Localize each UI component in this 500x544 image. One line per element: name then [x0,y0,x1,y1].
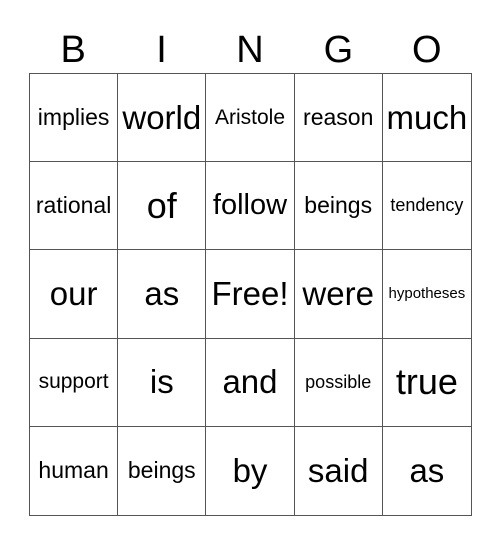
bingo-cell[interactable]: support [30,338,119,427]
bingo-cell[interactable]: by [206,426,295,515]
header-letter-o: O [411,29,442,71]
bingo-cell[interactable]: Aristole [206,74,295,163]
bingo-grid: implies world Aristole reason much ratio… [29,73,472,516]
header-letter-n: N [236,29,264,71]
bingo-cell[interactable]: of [118,162,207,251]
bingo-cell[interactable]: follow [206,162,295,251]
bingo-cell[interactable]: as [383,427,471,515]
free-space-cell[interactable]: Free! [206,250,295,339]
header-letter-g: G [323,29,354,71]
bingo-cell[interactable]: beings [118,426,207,515]
header-letter-i: I [156,29,167,71]
bingo-cell[interactable]: true [382,339,471,427]
bingo-cell[interactable]: beings [294,162,383,251]
bingo-cell[interactable]: were [294,250,383,339]
bingo-cell[interactable]: said [295,426,383,515]
bingo-cell[interactable]: reason [294,74,383,163]
bingo-cell[interactable]: rational [30,162,119,251]
bingo-cell[interactable]: world [118,74,207,163]
bingo-cell[interactable]: as [118,250,207,339]
bingo-cell[interactable]: implies [30,74,119,163]
bingo-cell[interactable]: is [118,338,207,427]
bingo-cell[interactable]: much [382,74,471,163]
bingo-cell[interactable]: our [30,250,119,339]
header-letter-b: B [60,29,86,71]
bingo-cell[interactable]: possible [294,338,383,427]
bingo-cell[interactable]: tendency [382,162,471,251]
bingo-cell[interactable]: and [206,338,295,427]
bingo-header: B I N G O [29,28,471,72]
bingo-cell[interactable]: hypotheses [382,250,471,339]
bingo-cell[interactable]: human [30,426,119,515]
